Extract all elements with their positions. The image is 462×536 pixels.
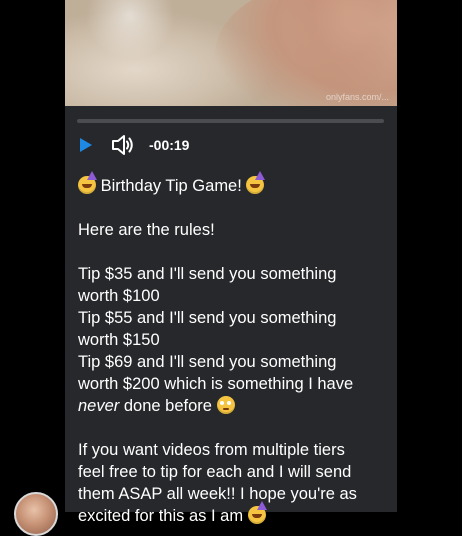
tier3-emphasis: never: [78, 397, 120, 415]
closing-line4-text: excited for this as I am: [78, 507, 244, 525]
tier2-line1: Tip $55 and I'll send you something: [78, 309, 337, 327]
post-title: Birthday Tip Game!: [100, 177, 242, 195]
closing-line1: If you want videos from multiple tiers: [78, 441, 345, 459]
tier3-line3: never done before: [78, 395, 390, 417]
closing-line2: feel free to tip for each and I will sen…: [78, 463, 352, 481]
tier3-line3-rest: done before: [119, 397, 212, 415]
time-remaining: -00:19: [149, 137, 190, 153]
avatar[interactable]: [14, 492, 58, 536]
post-card: onlyfans.com/... -00:19 Birthday Tip Gam…: [65, 0, 397, 525]
volume-button[interactable]: [109, 133, 137, 157]
post-intro: Here are the rules!: [78, 221, 215, 239]
video-progress-bar[interactable]: [77, 119, 384, 123]
image-shape: [215, 0, 397, 106]
play-icon: [80, 138, 92, 152]
tier1-line1: Tip $35 and I'll send you something: [78, 265, 337, 283]
post-text: Birthday Tip Game! Here are the rules! T…: [78, 171, 390, 527]
watermark: onlyfans.com/...: [325, 92, 389, 102]
post-title-line: Birthday Tip Game!: [78, 171, 390, 197]
image-highlight: [85, 0, 175, 60]
video-thumbnail[interactable]: onlyfans.com/...: [65, 0, 397, 106]
closing-line4: excited for this as I am: [78, 501, 390, 527]
closing-line3: them ASAP all week!! I hope you're as: [78, 485, 357, 503]
partying-face-emoji-icon: [78, 171, 97, 194]
tier2-line2: worth $150: [78, 331, 160, 349]
volume-icon: [112, 135, 133, 155]
tier3-line1: Tip $69 and I'll send you something: [78, 353, 337, 371]
tier3-line2: worth $200 which is something I have: [78, 375, 354, 393]
flushed-face-emoji-icon: [216, 396, 235, 414]
player-controls: -00:19: [73, 133, 189, 157]
play-button[interactable]: [73, 133, 99, 157]
partying-face-emoji-icon: [247, 501, 267, 524]
partying-face-emoji-icon: [246, 171, 266, 194]
tier1-line2: worth $100: [78, 287, 160, 305]
